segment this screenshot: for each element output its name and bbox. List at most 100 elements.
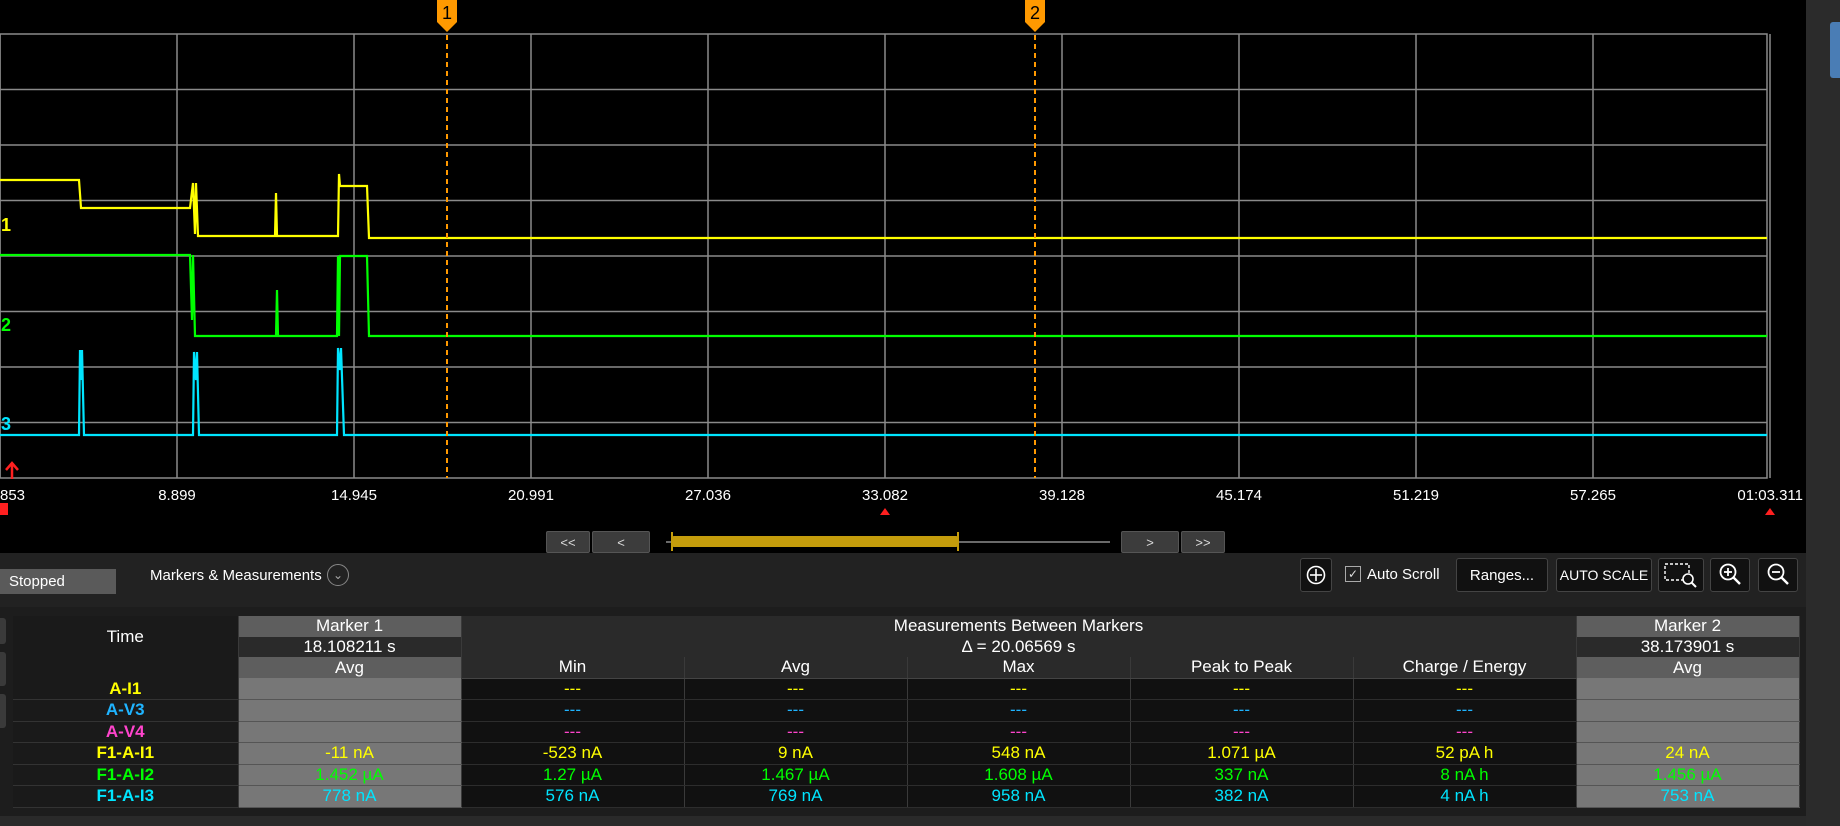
bottom-scrollbar[interactable]	[0, 816, 1806, 826]
trace-layer	[0, 173, 1767, 437]
channel-name: F1-A-I2	[13, 764, 239, 786]
measurement-value: ---	[1353, 678, 1577, 700]
x-tick-label: 39.128	[1039, 487, 1085, 504]
measurement-value: 382 nA	[1130, 785, 1354, 808]
auto-scroll-checkbox[interactable]: ✓	[1345, 566, 1361, 582]
measurement-value: -523 nA	[461, 742, 685, 765]
measurement-table: Time Marker 1 Measurements Between Markers…	[13, 616, 1800, 808]
scroll-next-button[interactable]: >	[1121, 531, 1179, 553]
zoom-out-icon	[1767, 563, 1789, 585]
measurement-value: ---	[1130, 699, 1354, 722]
x-tick-label: 45.174	[1216, 487, 1262, 504]
x-tick-label: 01:03.311	[1737, 487, 1803, 504]
table-row[interactable]: F1-A-I2 1.452 µA 1.27 µA 1.467 µA 1.608 µA 33…	[13, 764, 1800, 786]
measurement-value: ---	[907, 678, 1131, 700]
table-column-header-row: Avg Min Avg Max Peak to Peak Charge / Energy A…	[13, 657, 1800, 679]
measurement-value: 1.608 µA	[907, 764, 1131, 786]
zoom-region-icon	[1664, 563, 1697, 588]
measurement-value: ---	[461, 699, 685, 722]
auto-scale-button[interactable]: AUTO SCALE	[1556, 558, 1652, 592]
marker2-header: Marker 2	[1576, 616, 1800, 637]
measurement-value: ---	[1353, 699, 1577, 722]
measurement-value: 1.071 µA	[1130, 742, 1354, 765]
side-tab[interactable]	[0, 694, 6, 728]
zoom-box-button[interactable]	[1658, 558, 1704, 592]
table-row[interactable]: A-V3 --- --- --- --- ---	[13, 699, 1800, 722]
add-marker-button[interactable]	[1300, 558, 1332, 592]
time-scroll-thumb[interactable]	[672, 536, 958, 547]
scroll-range-end-handle[interactable]	[957, 532, 959, 551]
measurement-value: 958 nA	[907, 785, 1131, 808]
red-flag-icon	[0, 503, 8, 515]
measurement-value: ---	[461, 678, 685, 700]
zoom-in-button[interactable]	[1710, 558, 1750, 592]
trace-I3	[0, 347, 1767, 437]
plot-grid	[0, 33, 1771, 479]
power-analyzer-window: 12 853 8.899 14.945 20.991 27.036 33.082 39.12…	[0, 0, 1840, 826]
channel-label-I3: I3	[0, 414, 11, 434]
measurement-value: 1.27 µA	[461, 764, 685, 786]
red-arrow-icon	[5, 461, 19, 479]
measurement-value: ---	[684, 678, 908, 700]
marker2-value	[1576, 678, 1800, 700]
x-tick-label: 27.036	[685, 487, 731, 504]
between-header: Measurements Between Markers	[461, 616, 1577, 637]
table-row[interactable]: A-I1 --- --- --- --- ---	[13, 678, 1800, 700]
measurement-value: ---	[684, 699, 908, 722]
scroll-last-button[interactable]: >>	[1181, 531, 1225, 553]
measurement-value: 1.467 µA	[684, 764, 908, 786]
marker1-value: 1.452 µA	[238, 764, 462, 786]
marker1-col-header: Avg	[238, 657, 462, 678]
measurement-value: ---	[1130, 721, 1354, 743]
right-scrollbar[interactable]	[1806, 0, 1840, 826]
measurement-value: 337 nA	[1130, 764, 1354, 786]
acquisition-status: Stopped	[0, 569, 116, 594]
x-tick-label: 8.899	[158, 487, 196, 504]
table-row[interactable]: F1-A-I3 778 nA 576 nA 769 nA 958 nA 382 nA 4 n…	[13, 785, 1800, 808]
crosshair-plus-icon	[1306, 565, 1326, 585]
ranges-button[interactable]: Ranges...	[1456, 558, 1548, 592]
table-row[interactable]: F1-A-I1 -11 nA -523 nA 9 nA 548 nA 1.071 µA 52…	[13, 742, 1800, 765]
measurement-value: 9 nA	[684, 742, 908, 765]
side-tab[interactable]	[0, 618, 6, 644]
marker2-value: 753 nA	[1576, 785, 1800, 808]
marker1-value: -11 nA	[238, 742, 462, 765]
measurement-value: 8 nA h	[1353, 764, 1577, 786]
zoom-in-icon	[1719, 563, 1741, 585]
table-row[interactable]: A-V4 --- --- --- --- ---	[13, 721, 1800, 743]
marker1-header: Marker 1	[238, 616, 462, 637]
marker2-col-header: Avg	[1576, 657, 1800, 678]
table-header-row: Time Marker 1 Measurements Between Markers…	[13, 616, 1800, 657]
measurement-value: 769 nA	[684, 785, 908, 808]
time-header: Time	[13, 616, 239, 657]
channel-name: A-I1	[13, 678, 239, 700]
x-tick-label: 14.945	[331, 487, 377, 504]
channel-name: A-V4	[13, 721, 239, 743]
scroll-prev-button[interactable]: <	[592, 531, 650, 553]
column-header: Charge / Energy	[1353, 657, 1577, 679]
zoom-out-button[interactable]	[1758, 558, 1798, 592]
side-tab[interactable]	[0, 652, 6, 686]
channel-name: F1-A-I1	[13, 742, 239, 765]
marker2-time: 38.173901 s	[1576, 636, 1800, 657]
measurement-value: 548 nA	[907, 742, 1131, 765]
channel-labels: I1 I2 I3	[0, 215, 1775, 515]
plot-frame	[0, 33, 1768, 479]
marker1-value	[238, 678, 462, 700]
measurement-value: ---	[461, 721, 685, 743]
scroll-first-button[interactable]: <<	[546, 531, 590, 553]
channel-label-I1: I1	[0, 215, 11, 235]
delta-time: Δ = 20.06569 s	[461, 636, 1577, 657]
marker1-time: 18.108211 s	[238, 636, 462, 657]
marker2-value: 1.456 µA	[1576, 764, 1800, 786]
marker2-value	[1576, 699, 1800, 722]
column-header: Max	[907, 657, 1131, 679]
measurement-value: ---	[684, 721, 908, 743]
column-header: Min	[461, 657, 685, 679]
red-caret-icon	[1765, 508, 1775, 515]
right-scrollbar-thumb[interactable]	[1830, 22, 1840, 78]
auto-scroll-label: Auto Scroll	[1367, 566, 1440, 583]
red-caret-icon	[880, 508, 890, 515]
marker2-value: 24 nA	[1576, 742, 1800, 765]
chevron-down-icon[interactable]: ⌄	[327, 564, 349, 586]
